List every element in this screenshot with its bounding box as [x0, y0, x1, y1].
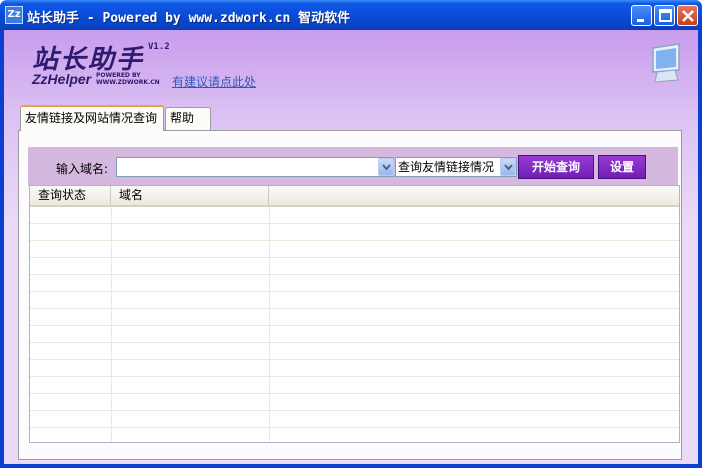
query-mode-select[interactable]: 查询友情链接情况 — [395, 157, 517, 177]
results-table[interactable]: 查询状态 域名 — [29, 185, 680, 443]
domain-input[interactable] — [116, 157, 394, 177]
query-bar: 输入域名: 查询友情链接情况 开始查询 设置 — [28, 147, 678, 186]
suggest-link[interactable]: 有建议请点此处 — [172, 73, 256, 90]
close-icon — [682, 10, 694, 22]
tab-panel: 输入域名: 查询友情链接情况 开始查询 设置 查询状态 域名 — [18, 130, 682, 460]
settings-button[interactable]: 设置 — [598, 155, 646, 179]
start-query-button[interactable]: 开始查询 — [518, 155, 594, 179]
column-header-extra[interactable] — [269, 186, 679, 205]
column-header-status[interactable]: 查询状态 — [30, 186, 111, 205]
tab-link-query[interactable]: 友情链接及网站情况查询 — [20, 105, 164, 131]
client-area: 站长助手 V1.2 ZzHelper POWERED BY WWW.ZDWORK… — [4, 30, 698, 464]
column-divider — [111, 207, 112, 442]
maximize-icon — [659, 9, 672, 22]
app-icon: Zz — [5, 6, 23, 24]
chevron-down-icon — [504, 164, 513, 171]
sub-brand: ZzHelper — [32, 71, 92, 87]
table-header: 查询状态 域名 — [30, 186, 679, 207]
domain-dropdown-button[interactable] — [378, 158, 394, 176]
minimize-icon — [637, 19, 644, 22]
tab-help[interactable]: 帮助 — [165, 107, 211, 130]
window-title: 站长助手 - Powered by www.zdwork.cn 智动软件 — [27, 11, 351, 26]
maximize-button[interactable] — [654, 5, 675, 26]
close-button[interactable] — [677, 5, 698, 26]
column-header-domain[interactable]: 域名 — [111, 186, 269, 205]
table-body — [30, 207, 679, 442]
minimize-button[interactable] — [631, 5, 652, 26]
monitor-icon — [652, 43, 680, 83]
mode-dropdown-button[interactable] — [500, 158, 516, 176]
column-divider — [269, 207, 270, 442]
domain-label: 输入域名: — [56, 162, 109, 176]
title-bar[interactable]: Zz 站长助手 - Powered by www.zdwork.cn 智动软件 — [0, 0, 702, 30]
chevron-down-icon — [382, 164, 391, 171]
powered-by: POWERED BY WWW.ZDWORK.CN — [96, 72, 160, 86]
version-label: V1.2 — [148, 42, 170, 52]
app-window: Zz 站长助手 - Powered by www.zdwork.cn 智动软件 … — [0, 0, 702, 468]
